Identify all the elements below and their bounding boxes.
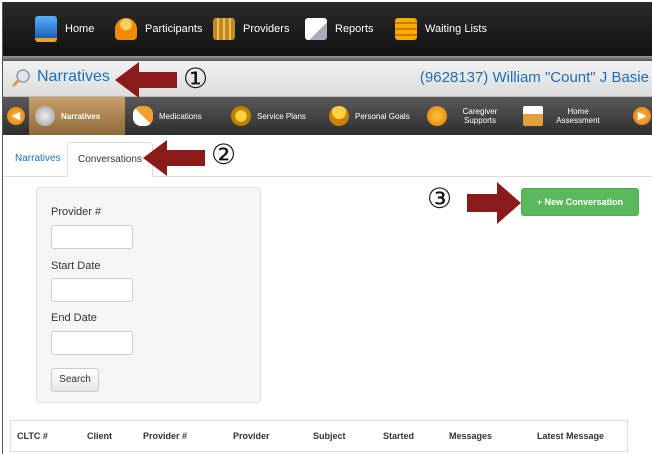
scroll-left-button[interactable]: ◀ bbox=[7, 107, 25, 125]
provider-input[interactable] bbox=[51, 225, 133, 249]
annotation-number-2: ② bbox=[211, 138, 237, 171]
tab-bar: Narratives Conversations bbox=[3, 142, 652, 177]
client-name: (9628137) William "Count" J Basie bbox=[419, 69, 649, 86]
list-icon bbox=[395, 18, 417, 40]
module-caregiver-supports[interactable]: Caregiver Supports bbox=[427, 97, 503, 135]
nav-participants-label: Participants bbox=[145, 23, 203, 35]
nav-reports[interactable]: Reports bbox=[305, 2, 374, 56]
annotation-arrow-1 bbox=[115, 62, 177, 98]
module-service-plans[interactable]: Service Plans bbox=[231, 97, 306, 135]
top-nav: Home Participants Providers Reports Wait… bbox=[3, 2, 652, 56]
start-date-label: Start Date bbox=[51, 260, 101, 272]
tab-conversations[interactable]: Conversations bbox=[67, 142, 153, 177]
nav-reports-label: Reports bbox=[335, 23, 374, 35]
gears-icon bbox=[231, 106, 251, 126]
nav-waiting-lists-label: Waiting Lists bbox=[425, 23, 487, 35]
module-personal-goals-label: Personal Goals bbox=[355, 111, 410, 121]
end-date-label: End Date bbox=[51, 312, 97, 324]
magnifier-icon bbox=[11, 69, 30, 88]
ribbon-icon bbox=[329, 106, 349, 126]
house-icon bbox=[523, 106, 543, 126]
search-panel: Provider # Start Date End Date Search bbox=[36, 187, 261, 403]
col-subject: Subject bbox=[313, 431, 346, 441]
annotation-arrow-3 bbox=[467, 182, 521, 224]
pill-icon bbox=[133, 106, 153, 126]
nav-home-label: Home bbox=[65, 23, 95, 35]
nav-participants[interactable]: Participants bbox=[115, 2, 202, 56]
col-cltc: CLTC # bbox=[17, 431, 48, 441]
heart-icon bbox=[427, 106, 447, 126]
col-started: Started bbox=[383, 431, 415, 441]
tab-narratives[interactable]: Narratives bbox=[5, 142, 71, 175]
annotation-number-3: ③ bbox=[427, 182, 453, 215]
provider-label: Provider # bbox=[51, 206, 102, 218]
module-caregiver-supports-label: Caregiver Supports bbox=[462, 107, 498, 125]
nav-providers[interactable]: Providers bbox=[213, 2, 289, 56]
module-narratives[interactable]: Narratives bbox=[29, 97, 125, 135]
module-home-assessment-label: Home Assessment bbox=[556, 107, 600, 125]
annotation-arrow-2 bbox=[143, 140, 205, 176]
col-client: Client bbox=[87, 431, 113, 441]
scroll-right-button[interactable]: ▶ bbox=[633, 107, 651, 125]
person-icon bbox=[115, 18, 137, 40]
title-bar: Narratives (9628137) William "Count" J B… bbox=[3, 61, 652, 97]
col-provider-number: Provider # bbox=[143, 431, 188, 441]
app-window: Home Participants Providers Reports Wait… bbox=[2, 2, 652, 454]
col-messages: Messages bbox=[449, 431, 493, 441]
nav-waiting-lists[interactable]: Waiting Lists bbox=[395, 2, 487, 56]
nav-providers-label: Providers bbox=[243, 23, 290, 35]
module-medications[interactable]: Medications bbox=[133, 97, 202, 135]
module-service-plans-label: Service Plans bbox=[257, 111, 306, 121]
nav-home[interactable]: Home bbox=[35, 2, 94, 56]
col-latest-message: Latest Message bbox=[537, 431, 605, 441]
search-button[interactable]: Search bbox=[51, 368, 99, 392]
documents-icon bbox=[305, 18, 327, 40]
building-icon bbox=[213, 18, 235, 40]
monitor-icon bbox=[35, 16, 57, 42]
new-conversation-button[interactable]: + New Conversation bbox=[521, 188, 639, 216]
page-title: Narratives bbox=[37, 68, 110, 85]
module-medications-label: Medications bbox=[159, 111, 202, 121]
conversations-table-header: CLTC # Client Provider # Provider Subjec… bbox=[10, 420, 628, 452]
magnifier-icon bbox=[35, 106, 55, 126]
col-provider: Provider bbox=[233, 431, 270, 441]
module-personal-goals[interactable]: Personal Goals bbox=[329, 97, 410, 135]
module-home-assessment[interactable]: Home Assessment bbox=[523, 97, 607, 135]
module-narratives-label: Narratives bbox=[61, 111, 101, 121]
annotation-number-1: ① bbox=[183, 62, 209, 95]
start-date-input[interactable] bbox=[51, 278, 133, 302]
end-date-input[interactable] bbox=[51, 331, 133, 355]
module-bar: ◀ Narratives Medications Service Plans P… bbox=[3, 97, 652, 135]
